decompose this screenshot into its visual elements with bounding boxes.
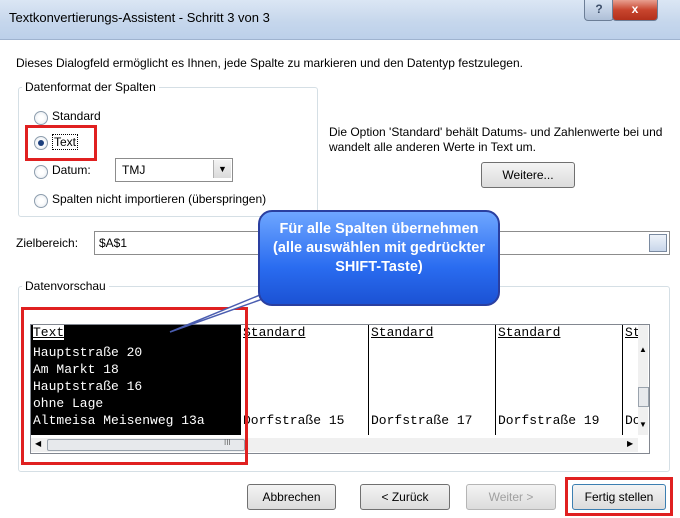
radio-datum-label[interactable]: Datum: (52, 163, 91, 177)
radio-text[interactable] (34, 136, 48, 150)
range-picker-icon[interactable] (649, 234, 667, 252)
datum-select[interactable]: TMJ ▼ (115, 158, 233, 182)
radio-standard[interactable] (34, 111, 48, 125)
radio-datum[interactable] (34, 165, 48, 179)
close-button[interactable]: x (612, 0, 658, 21)
zielbereich-value: $A$1 (99, 236, 128, 250)
preview-column[interactable]: Standard Dorfstraße 15 (241, 325, 369, 435)
dialog-description: Dieses Dialogfeld ermöglicht es Ihnen, j… (16, 56, 523, 70)
cancel-button[interactable]: Abbrechen (247, 484, 336, 510)
help-button[interactable]: ? (584, 0, 614, 21)
column-header[interactable]: Standard (371, 325, 433, 340)
callout-bubble: Für alle Spalten übernehmen (alle auswäh… (258, 210, 500, 306)
chevron-down-icon[interactable]: ▼ (213, 160, 231, 178)
format-group-label: Datenformat der Spalten (22, 80, 159, 94)
title-bar: Textkonvertierungs-Assistent - Schritt 3… (0, 0, 680, 40)
window-title: Textkonvertierungs-Assistent - Schritt 3… (9, 10, 270, 25)
preview-column[interactable]: Standard Dorfstraße 19 (496, 325, 623, 435)
help-icon: ? (595, 2, 603, 16)
radio-skip[interactable] (34, 194, 48, 208)
zielbereich-label: Zielbereich: (16, 236, 79, 250)
preview-column[interactable]: Standard Dorfstraße 17 (369, 325, 496, 435)
scroll-down-icon[interactable]: ▼ (639, 420, 647, 429)
vertical-scrollbar[interactable]: ▲ ▼ (638, 325, 649, 435)
back-button[interactable]: < Zurück (360, 484, 450, 510)
table-cell: Dorfstraße 17 (371, 413, 473, 428)
info-text: Die Option 'Standard' behält Datums- und… (329, 125, 663, 154)
finish-button[interactable]: Fertig stellen (572, 484, 666, 510)
callout-text: Für alle Spalten übernehmen (alle auswäh… (273, 221, 485, 275)
radio-standard-label[interactable]: Standard (52, 109, 101, 123)
vertical-scroll-thumb[interactable] (638, 387, 649, 407)
radio-skip-label[interactable]: Spalten nicht importieren (überspringen) (52, 192, 266, 206)
scroll-up-icon[interactable]: ▲ (639, 345, 647, 354)
weitere-button[interactable]: Weitere... (481, 162, 575, 188)
table-cell: Dorfstraße 19 (498, 413, 600, 428)
datum-select-value: TMJ (122, 163, 146, 177)
next-button[interactable]: Weiter > (466, 484, 556, 510)
preview-group-label: Datenvorschau (22, 279, 109, 293)
close-icon: x (631, 2, 639, 16)
scroll-right-icon[interactable]: ▶ (627, 439, 633, 448)
table-cell: Dorfstraße 15 (243, 413, 345, 428)
radio-text-label[interactable]: Text (52, 134, 79, 150)
column-header[interactable]: Standard (498, 325, 560, 340)
